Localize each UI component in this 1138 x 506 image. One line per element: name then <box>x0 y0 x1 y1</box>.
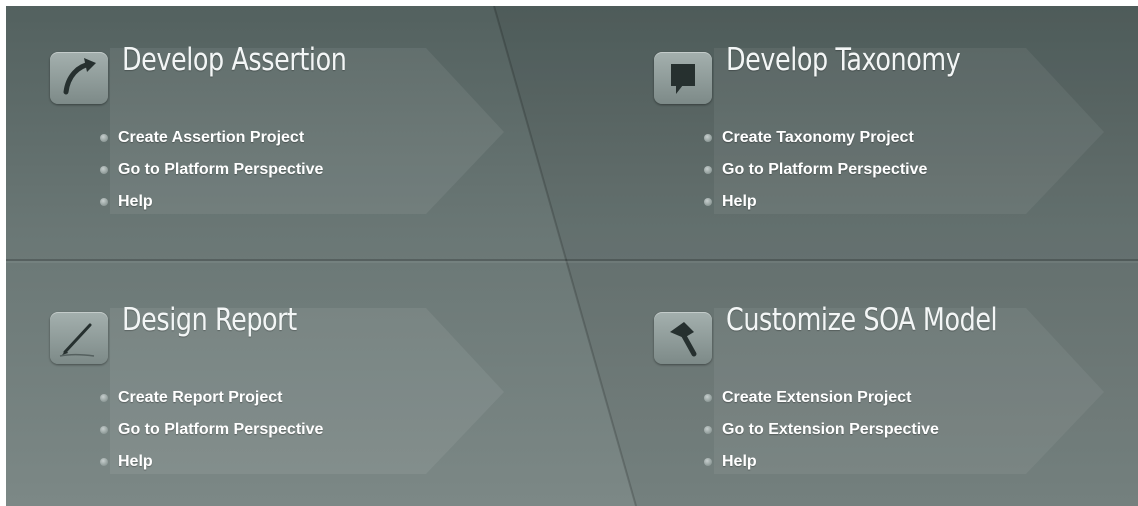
help-link[interactable]: Help <box>118 453 153 471</box>
create-taxonomy-project-link[interactable]: Create Taxonomy Project <box>722 129 914 147</box>
create-extension-project-link[interactable]: Create Extension Project <box>722 389 911 407</box>
list-item: Create Extension Project <box>704 382 939 414</box>
list-item: Create Assertion Project <box>100 122 323 154</box>
list-item: Create Taxonomy Project <box>704 122 927 154</box>
bullet-icon <box>100 394 108 402</box>
panel-develop-assertion: Develop Assertion Create Assertion Proje… <box>6 6 546 226</box>
speech-bubble-icon <box>654 52 712 104</box>
list-item: Help <box>100 186 323 218</box>
create-report-project-link[interactable]: Create Report Project <box>118 389 283 407</box>
go-to-extension-perspective-link[interactable]: Go to Extension Perspective <box>722 421 939 439</box>
bullet-icon <box>704 394 712 402</box>
bullet-icon <box>704 166 712 174</box>
help-link[interactable]: Help <box>118 193 153 211</box>
panel-title: Design Report <box>122 302 297 338</box>
list-item: Go to Platform Perspective <box>100 414 323 446</box>
panel-title: Develop Assertion <box>122 42 347 78</box>
link-list: Create Taxonomy Project Go to Platform P… <box>704 122 927 218</box>
panel-title: Develop Taxonomy <box>726 42 961 78</box>
bullet-icon <box>100 166 108 174</box>
list-item: Help <box>704 186 927 218</box>
list-item: Go to Platform Perspective <box>704 154 927 186</box>
bullet-icon <box>100 134 108 142</box>
link-list: Create Extension Project Go to Extension… <box>704 382 939 478</box>
bullet-icon <box>704 426 712 434</box>
go-to-platform-perspective-link[interactable]: Go to Platform Perspective <box>722 161 927 179</box>
link-list: Create Assertion Project Go to Platform … <box>100 122 323 218</box>
panel-title: Customize SOA Model <box>726 302 998 338</box>
bullet-icon <box>704 134 712 142</box>
list-item: Create Report Project <box>100 382 323 414</box>
list-item: Help <box>100 446 323 478</box>
bullet-icon <box>704 458 712 466</box>
bullet-icon <box>100 198 108 206</box>
list-item: Go to Extension Perspective <box>704 414 939 446</box>
bullet-icon <box>100 458 108 466</box>
panel-develop-taxonomy: Develop Taxonomy Create Taxonomy Project… <box>610 6 1138 226</box>
help-link[interactable]: Help <box>722 453 757 471</box>
curved-arrow-icon <box>50 52 108 104</box>
link-list: Create Report Project Go to Platform Per… <box>100 382 323 478</box>
go-to-platform-perspective-link[interactable]: Go to Platform Perspective <box>118 161 323 179</box>
list-item: Help <box>704 446 939 478</box>
hammer-icon <box>654 312 712 364</box>
go-to-platform-perspective-link[interactable]: Go to Platform Perspective <box>118 421 323 439</box>
welcome-page: Develop Assertion Create Assertion Proje… <box>6 6 1138 506</box>
bullet-icon <box>100 426 108 434</box>
pen-icon <box>50 312 108 364</box>
panel-design-report: Design Report Create Report Project Go t… <box>6 266 546 486</box>
list-item: Go to Platform Perspective <box>100 154 323 186</box>
create-assertion-project-link[interactable]: Create Assertion Project <box>118 129 304 147</box>
panel-customize-soa-model: Customize SOA Model Create Extension Pro… <box>610 266 1138 486</box>
bullet-icon <box>704 198 712 206</box>
help-link[interactable]: Help <box>722 193 757 211</box>
